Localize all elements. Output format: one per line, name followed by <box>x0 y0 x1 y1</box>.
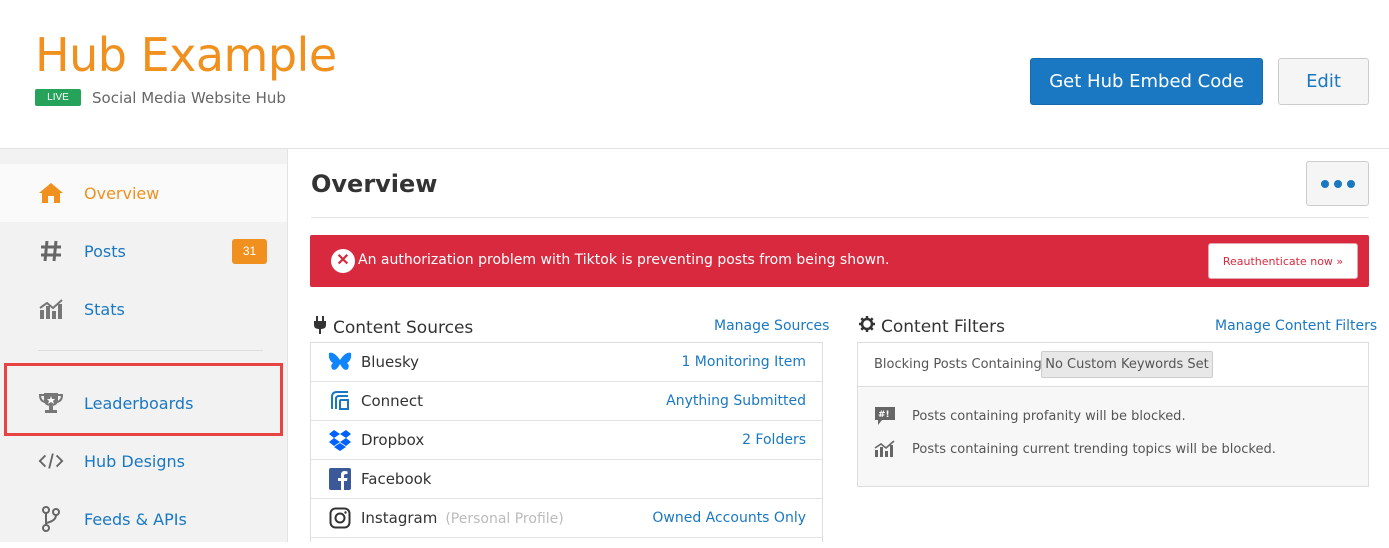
source-name: Bluesky <box>361 353 420 371</box>
home-icon <box>38 180 64 206</box>
source-row-dropbox: Dropbox 2 Folders <box>311 421 822 460</box>
sidebar-nav: Overview Posts 31 Stats Leaderboards Hub… <box>0 149 288 542</box>
dot-icon <box>1333 179 1342 188</box>
connect-icon <box>328 389 352 413</box>
trending-icon <box>874 439 896 459</box>
instagram-icon <box>328 506 352 530</box>
svg-text:#!: #! <box>878 410 890 420</box>
source-name: Facebook <box>361 470 432 488</box>
reauthenticate-button[interactable]: Reauthenticate now » <box>1208 243 1358 279</box>
gear-icon <box>859 316 875 337</box>
source-detail-link[interactable]: Owned Accounts Only <box>652 510 806 526</box>
bluesky-icon <box>328 350 352 374</box>
sidebar-item-label: Hub Designs <box>84 451 185 471</box>
source-name: Dropbox <box>361 431 425 449</box>
dropbox-icon <box>328 428 352 452</box>
content-sources-list: Bluesky 1 Monitoring Item Connect Anythi… <box>310 342 823 542</box>
source-row-bluesky: Bluesky 1 Monitoring Item <box>311 343 822 382</box>
source-detail-link[interactable]: 2 Folders <box>742 432 806 448</box>
auth-alert-banner: ✕ An authorization problem with Tiktok i… <box>310 235 1369 287</box>
keyword-filter-bar: Blocking Posts Containing: No Custom Key… <box>858 343 1368 387</box>
sidebar-item-posts[interactable]: Posts 31 <box>0 222 287 280</box>
sidebar-item-label: Feeds & APIs <box>84 509 187 529</box>
alert-message: An authorization problem with Tiktok is … <box>358 252 890 268</box>
filter-rule-profanity: #! Posts containing profanity will be bl… <box>874 404 1186 428</box>
custom-keywords-tag[interactable]: No Custom Keywords Set <box>1041 351 1213 378</box>
hub-header: Hub Example LIVE Social Media Website Hu… <box>0 0 1389 149</box>
edit-button[interactable]: Edit <box>1278 58 1369 105</box>
sidebar-item-label: Posts <box>84 241 126 261</box>
manage-sources-link[interactable]: Manage Sources <box>714 318 829 334</box>
profanity-icon: #! <box>874 406 896 426</box>
plug-icon <box>313 316 327 339</box>
content-filters-panel: Blocking Posts Containing: No Custom Key… <box>857 342 1369 487</box>
sidebar-item-feeds-apis[interactable]: Feeds & APIs <box>0 490 287 548</box>
posts-count-badge: 31 <box>232 238 267 264</box>
error-close-icon: ✕ <box>331 249 355 273</box>
code-icon <box>38 448 64 474</box>
source-name: Instagram (Personal Profile) <box>361 509 564 527</box>
sidebar-item-label: Overview <box>84 183 160 203</box>
live-status-badge: LIVE <box>35 89 81 106</box>
hash-icon <box>38 238 64 264</box>
trophy-icon <box>38 390 64 416</box>
source-detail-link[interactable]: 1 Monitoring Item <box>681 354 806 370</box>
filter-rule-text: Posts containing current trending topics… <box>912 441 1276 457</box>
source-row-facebook: Facebook <box>311 460 822 499</box>
source-row-instagram: Instagram (Personal Profile) Owned Accoun… <box>311 499 822 538</box>
more-options-button[interactable] <box>1306 161 1369 206</box>
get-hub-embed-code-button[interactable]: Get Hub Embed Code <box>1030 58 1263 105</box>
hub-subtitle: Social Media Website Hub <box>92 89 286 107</box>
sidebar-item-label: Leaderboards <box>84 393 194 413</box>
content-filters-title: Content Filters <box>881 316 1005 337</box>
blocking-label: Blocking Posts Containing: <box>874 357 1047 372</box>
manage-content-filters-link[interactable]: Manage Content Filters <box>1215 318 1377 334</box>
dot-icon <box>1320 179 1329 188</box>
sidebar-item-leaderboards[interactable]: Leaderboards <box>0 374 287 432</box>
filter-rule-trending: Posts containing current trending topics… <box>874 437 1276 461</box>
source-name-text: Instagram <box>361 509 438 527</box>
title-divider <box>311 217 1369 218</box>
source-detail-link[interactable]: Anything Submitted <box>666 393 806 409</box>
fork-icon <box>38 506 64 532</box>
content-sources-heading: Content Sources <box>313 316 473 339</box>
source-name: Connect <box>361 392 424 410</box>
chart-icon <box>38 296 64 322</box>
sidebar-item-label: Stats <box>84 299 125 319</box>
facebook-icon <box>328 467 352 491</box>
sidebar-item-overview[interactable]: Overview <box>0 164 287 222</box>
sidebar-item-stats[interactable]: Stats <box>0 280 287 338</box>
content-filters-heading: Content Filters <box>859 316 1005 337</box>
filter-rule-text: Posts containing profanity will be block… <box>912 408 1186 424</box>
page-title: Overview <box>311 170 438 198</box>
sidebar-item-hub-designs[interactable]: Hub Designs <box>0 432 287 490</box>
dot-icon <box>1346 179 1355 188</box>
source-note: (Personal Profile) <box>445 511 564 527</box>
source-row-connect: Connect Anything Submitted <box>311 382 822 421</box>
sidebar-divider <box>38 350 263 351</box>
hub-title: Hub Example <box>35 28 337 82</box>
content-sources-title: Content Sources <box>333 317 474 338</box>
